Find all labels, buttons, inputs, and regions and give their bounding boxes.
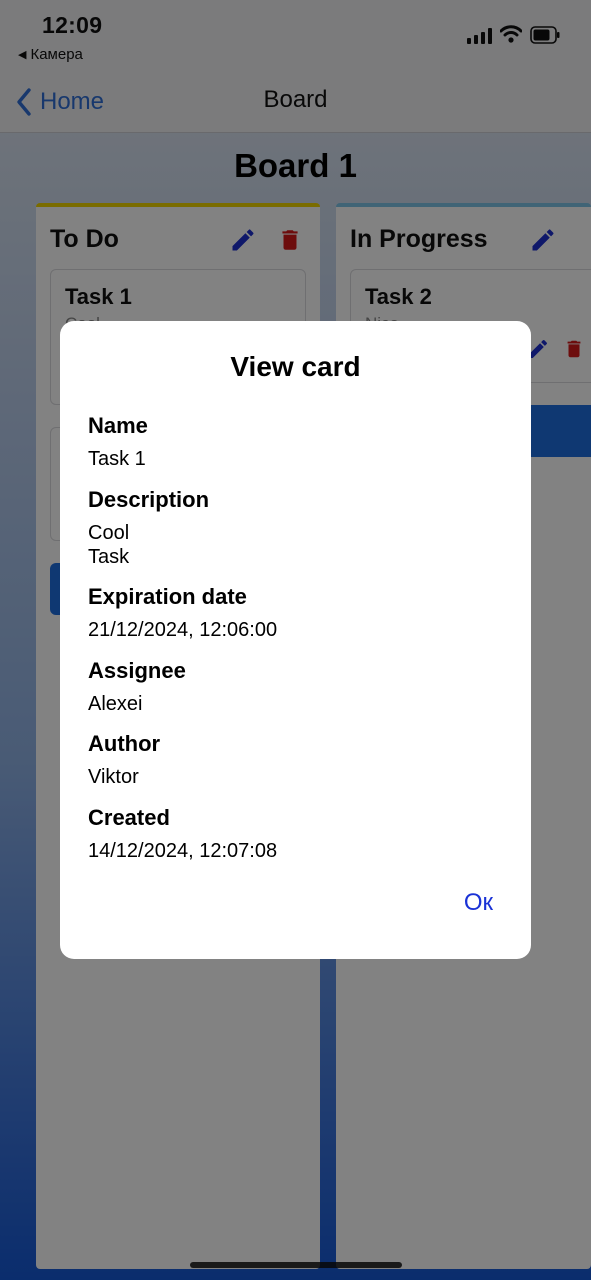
app-screen: 12:09 ◀ Камера Home Board Board 1 To Do … <box>0 0 591 1280</box>
expiration-date-label: Expiration date <box>88 584 247 609</box>
description-label: Description <box>88 487 210 512</box>
description-value-line: Cool <box>88 522 130 544</box>
assignee-value: Alexei <box>88 693 143 715</box>
name-label: Name <box>88 413 148 438</box>
ok-button[interactable]: Ок <box>464 889 493 917</box>
author-label: Author <box>88 731 161 756</box>
assignee-label: Assignee <box>88 658 186 683</box>
description-value-line: Task <box>88 546 130 568</box>
dialog-title: View card <box>230 351 361 382</box>
created-value: 14/12/2024, 12:07:08 <box>88 840 278 862</box>
view-card-dialog: View card Name Task 1 Description Cool T… <box>60 321 531 959</box>
author-value: Viktor <box>88 766 139 788</box>
name-value: Task 1 <box>88 448 146 470</box>
expiration-date-value: 21/12/2024, 12:06:00 <box>88 619 278 641</box>
created-label: Created <box>88 805 170 830</box>
